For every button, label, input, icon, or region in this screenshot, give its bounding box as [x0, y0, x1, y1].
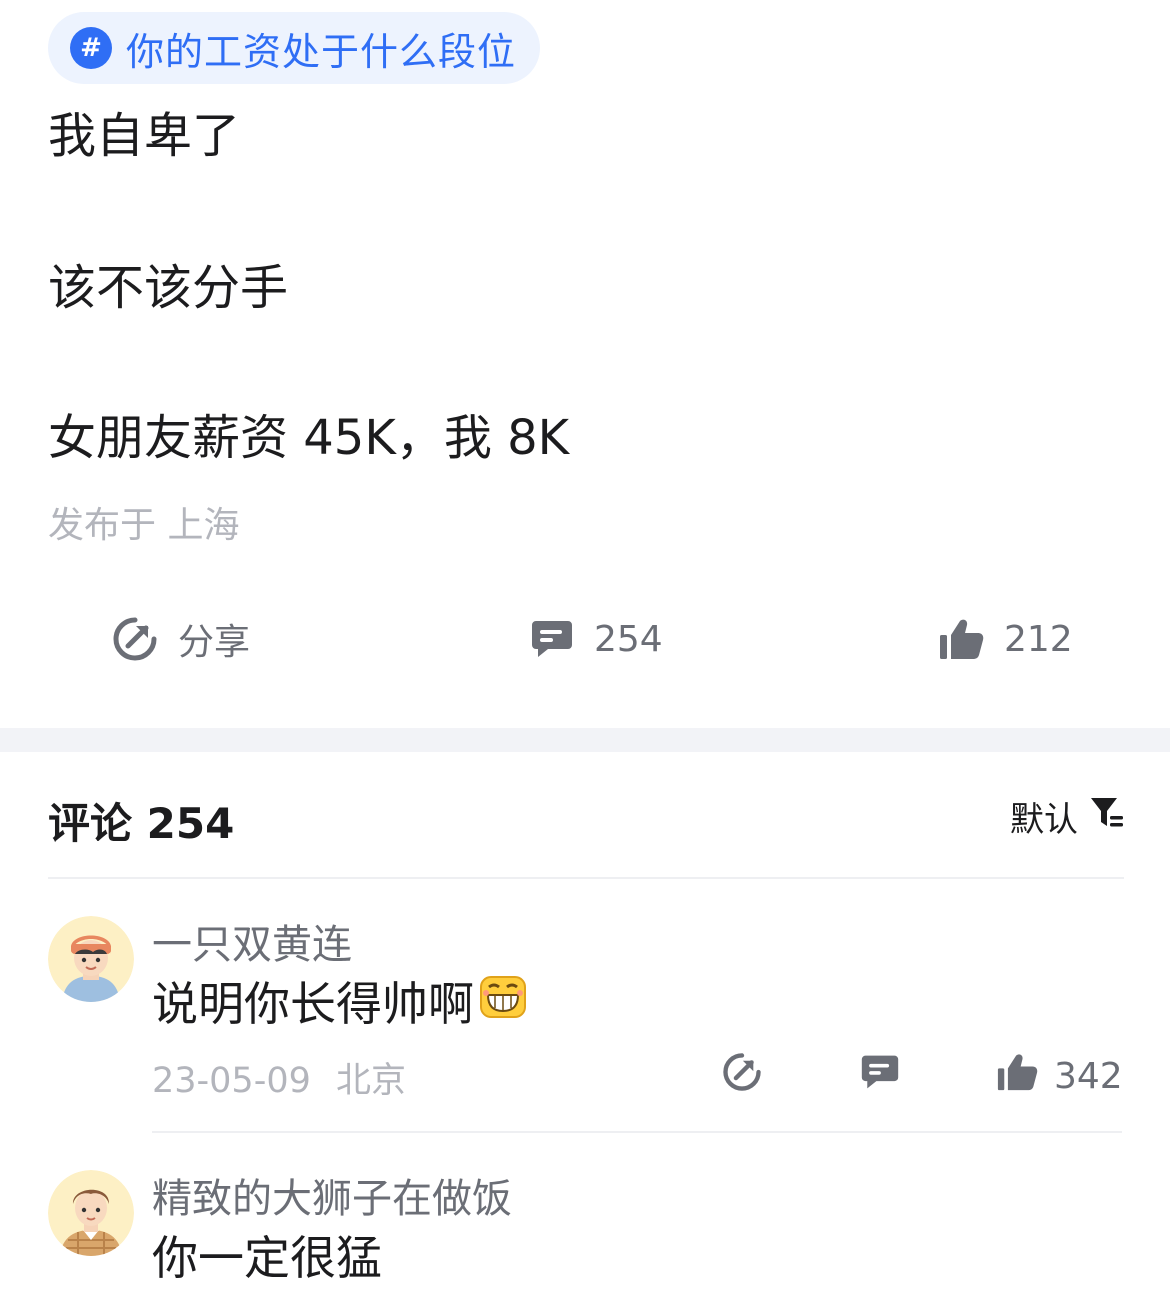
reply-button[interactable]	[860, 1052, 900, 1101]
comment-date: 23-05-09	[152, 1061, 311, 1101]
comment-like-button[interactable]: 342	[996, 1052, 1123, 1101]
comment-icon	[530, 617, 574, 661]
sort-label: 默认	[1010, 800, 1078, 840]
comment-divider	[152, 1131, 1122, 1133]
post-location: 发布于 上海	[48, 505, 240, 546]
sort-button[interactable]: 默认	[1010, 792, 1124, 841]
comment-location: 北京	[336, 1061, 407, 1101]
comment-username[interactable]: 精致的大狮子在做饭	[152, 1166, 512, 1224]
comment-share-button[interactable]	[722, 1052, 762, 1101]
comments-header-divider	[48, 877, 1124, 879]
avatar[interactable]	[48, 1170, 134, 1256]
comment-text-content: 你一定很猛	[152, 1231, 382, 1285]
hashtag-icon: #	[70, 27, 112, 69]
comments-title: 评论 254	[48, 799, 235, 848]
comment-icon	[860, 1052, 900, 1101]
comment-meta: 23-05-09 北京	[152, 1052, 406, 1103]
like-button[interactable]: 212	[938, 612, 1073, 666]
comment-username[interactable]: 一只双黄连	[152, 912, 352, 970]
comment-count: 254	[594, 618, 663, 660]
like-count: 212	[1004, 618, 1073, 660]
post-line-2: 该不该分手	[48, 260, 289, 316]
share-label: 分享	[178, 622, 251, 663]
comment-text: 你一定很猛	[152, 1222, 382, 1288]
grinning-emoji-icon	[478, 971, 528, 1032]
thumbs-up-icon	[996, 1052, 1038, 1101]
thumbs-up-icon	[938, 617, 984, 661]
share-icon	[112, 616, 158, 662]
avatar[interactable]	[48, 916, 134, 1002]
post-line-3: 女朋友薪资 45K，我 8K	[48, 410, 570, 466]
share-icon	[722, 1052, 762, 1101]
section-divider	[0, 728, 1170, 752]
comment-button[interactable]: 254	[530, 612, 663, 666]
share-button[interactable]: 分享	[112, 612, 250, 666]
post-line-1: 我自卑了	[48, 108, 241, 164]
comment-text-content: 说明你长得帅啊	[152, 977, 474, 1031]
comment-text: 说明你长得帅啊	[152, 968, 528, 1034]
topic-label: 你的工资处于什么段位	[126, 29, 517, 74]
filter-icon	[1090, 795, 1124, 838]
comment-like-count: 342	[1054, 1056, 1123, 1097]
topic-tag[interactable]: # 你的工资处于什么段位	[48, 12, 541, 84]
